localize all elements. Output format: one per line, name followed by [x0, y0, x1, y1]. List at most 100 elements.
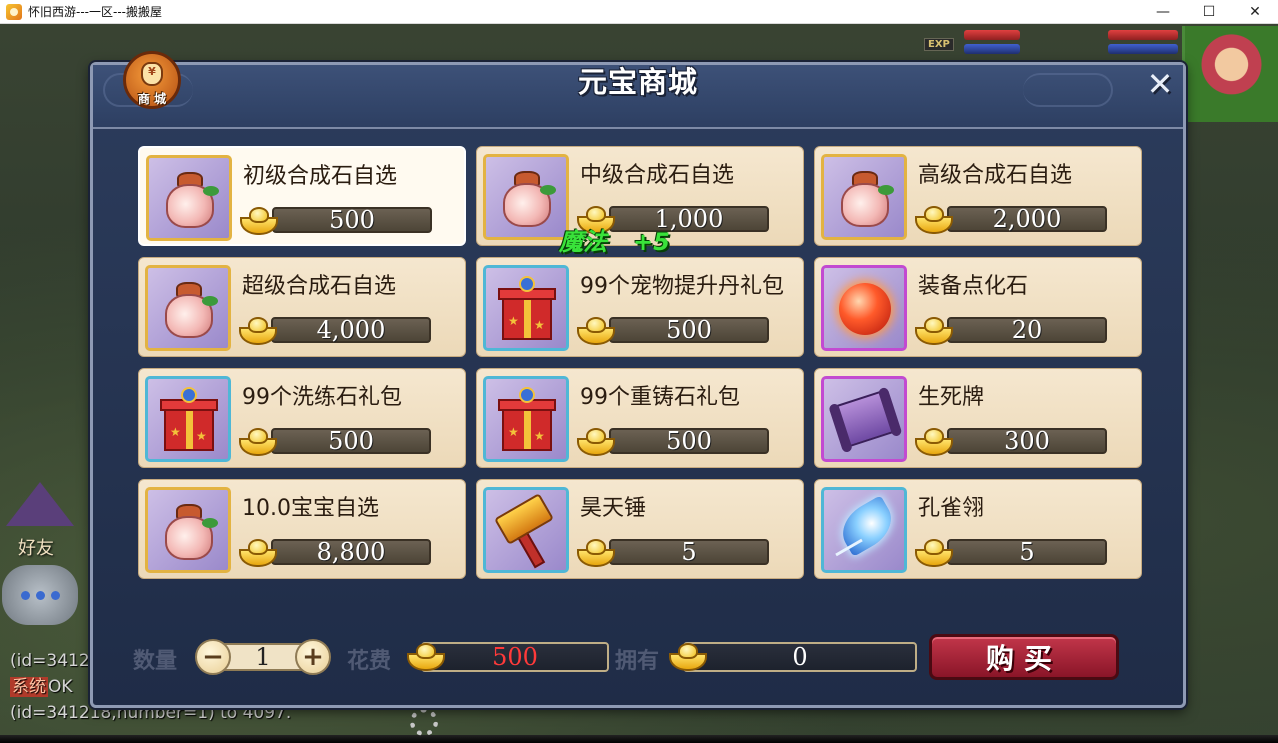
price-row: 2,000 — [913, 202, 1109, 238]
increase-button[interactable]: + — [295, 639, 331, 675]
chat-dot — [50, 590, 60, 600]
ingot-icon — [913, 202, 955, 238]
item-card[interactable]: ★ ★ 99个宠物提升丹礼包 500 — [476, 257, 804, 357]
item-card[interactable]: ★ ★ 99个重铸石礼包 500 — [476, 368, 804, 468]
price-row: 500 — [575, 424, 771, 460]
popup-label: 魔法 — [559, 228, 607, 256]
item-price: 20 — [1011, 316, 1043, 344]
item-card[interactable]: 孔雀翎 5 — [814, 479, 1142, 579]
character-portrait[interactable] — [1182, 26, 1278, 122]
chat-bubble-icon[interactable] — [2, 565, 78, 625]
ingot-icon — [237, 424, 279, 460]
item-name: 孔雀翎 — [918, 496, 985, 521]
bottom-strip — [0, 735, 1278, 743]
owned-value: 0 — [683, 642, 917, 672]
shop-title: 元宝商城 — [577, 65, 698, 99]
item-price: 4,000 — [316, 316, 386, 344]
bag-icon — [483, 154, 569, 240]
price-row: 500 — [238, 203, 434, 239]
ingot-icon — [575, 313, 617, 349]
price-row: 4,000 — [237, 313, 433, 349]
close-icon[interactable]: ✕ — [1143, 67, 1177, 101]
item-name: 高级合成石自选 — [918, 163, 1073, 188]
item-price: 8,800 — [316, 538, 386, 566]
ingot-icon — [575, 424, 617, 460]
price-row: 300 — [913, 424, 1109, 460]
item-card[interactable]: 10.0宝宝自选 8,800 — [138, 479, 466, 579]
item-card[interactable]: 初级合成石自选 500 — [138, 146, 466, 246]
pet-mp-bar — [1108, 44, 1178, 54]
window-controls: — ☐ ✕ — [1140, 0, 1278, 24]
shop-panel: 元宝商城 ✕ ¥ 商 城 初级合成石自选 500 中级合成石自选 1,000 高级合成石… — [90, 51, 1186, 708]
ingot-icon — [913, 535, 955, 571]
ingot-icon — [237, 313, 279, 349]
item-card[interactable]: 昊天锤 5 — [476, 479, 804, 579]
chat-line-text: OK — [48, 677, 73, 697]
price-row: 5 — [575, 535, 771, 571]
mp-bar — [964, 44, 1020, 54]
ingot-icon — [405, 639, 447, 675]
system-tag: 系统 — [10, 677, 48, 697]
gear-icon[interactable] — [410, 708, 438, 736]
shop-badge: ¥ 商 城 — [123, 51, 181, 109]
friend-button[interactable]: 好友 — [18, 534, 54, 560]
item-price: 500 — [666, 316, 712, 344]
badge-label: 商 城 — [137, 92, 167, 106]
item-price: 5 — [681, 538, 697, 566]
magic-bonus-popup: 魔法 +5 — [559, 222, 670, 257]
item-card[interactable]: ★ ★ 99个洗练石礼包 500 — [138, 368, 466, 468]
popup-value: +5 — [633, 228, 670, 256]
price-row: 8,800 — [237, 535, 433, 571]
item-card[interactable]: 超级合成石自选 4,000 — [138, 257, 466, 357]
minimize-button[interactable]: — — [1140, 0, 1186, 24]
shop-header: 元宝商城 ✕ — [93, 65, 1183, 129]
hp-bar — [964, 30, 1020, 40]
ingot-icon — [237, 535, 279, 571]
item-name: 10.0宝宝自选 — [242, 496, 379, 521]
item-price: 5 — [1019, 538, 1035, 566]
ingot-icon — [238, 203, 280, 239]
price-row: 20 — [913, 313, 1109, 349]
ingot-icon — [575, 535, 617, 571]
item-name: 装备点化石 — [918, 274, 1029, 299]
cost-label: 花费 — [347, 649, 392, 674]
cost-box: 500 — [405, 639, 609, 675]
gift-icon: ★ ★ — [483, 265, 569, 351]
window-title: 怀旧西游---一区---搬搬屋 — [28, 5, 162, 19]
price-row: 5 — [913, 535, 1109, 571]
orb-icon — [821, 265, 907, 351]
cost-value: 500 — [421, 642, 609, 672]
yen-symbol: ¥ — [148, 65, 156, 78]
item-name: 生死牌 — [918, 385, 985, 410]
item-card[interactable]: 装备点化石 20 — [814, 257, 1142, 357]
item-name: 99个重铸石礼包 — [580, 385, 740, 410]
item-name: 99个洗练石礼包 — [242, 385, 402, 410]
item-price: 500 — [328, 427, 374, 455]
gift-icon: ★ ★ — [145, 376, 231, 462]
chat-dot — [20, 590, 30, 600]
bag-icon — [145, 487, 231, 573]
item-card[interactable]: 高级合成石自选 2,000 — [814, 146, 1142, 246]
scroll-icon — [821, 376, 907, 462]
window-close-button[interactable]: ✕ — [1232, 0, 1278, 24]
buy-bar: 数量 1 − + 花费 500 拥有 0 购买 — [93, 631, 1183, 691]
item-name: 初级合成石自选 — [243, 164, 398, 189]
app-icon — [6, 3, 22, 20]
wizard-hat-icon — [6, 482, 74, 526]
buy-button[interactable]: 购买 — [929, 634, 1119, 680]
item-name: 99个宠物提升丹礼包 — [580, 274, 784, 299]
maximize-button[interactable]: ☐ — [1186, 0, 1232, 24]
price-row: 500 — [237, 424, 433, 460]
item-price: 300 — [1004, 427, 1050, 455]
quantity-label: 数量 — [133, 649, 178, 674]
item-price: 500 — [666, 427, 712, 455]
hammer-icon — [483, 487, 569, 573]
bag-icon — [145, 265, 231, 351]
item-card[interactable]: 生死牌 300 — [814, 368, 1142, 468]
chat-dot — [35, 590, 45, 600]
bag-icon — [821, 154, 907, 240]
item-name: 昊天锤 — [580, 496, 647, 521]
owned-box: 0 — [667, 639, 917, 675]
decrease-button[interactable]: − — [195, 639, 231, 675]
item-price: 500 — [329, 206, 375, 234]
